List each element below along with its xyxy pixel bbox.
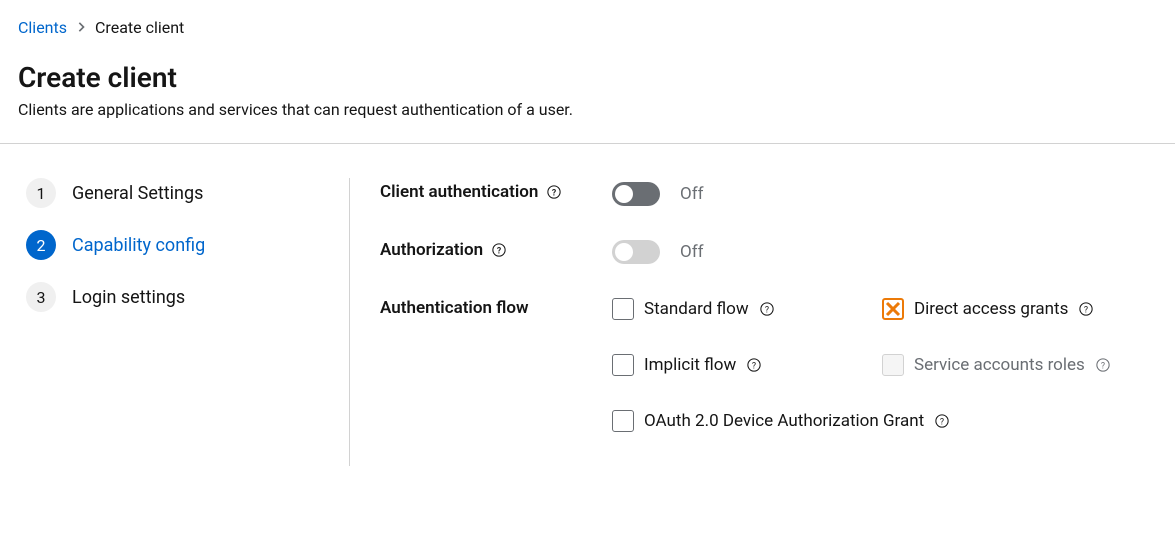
checkbox-direct-access-grants[interactable]: [882, 298, 904, 320]
step-label: General Settings: [72, 183, 203, 204]
page-title: Create client: [18, 61, 1175, 94]
checkbox-service-accounts-roles: [882, 354, 904, 376]
step-label: Capability config: [72, 235, 205, 256]
flow-label: Service accounts roles: [914, 355, 1085, 375]
checkbox-implicit-flow[interactable]: [612, 354, 634, 376]
help-icon[interactable]: ?: [491, 242, 507, 258]
toggle-state-label: Off: [680, 242, 704, 262]
wizard-step-capability-config[interactable]: 2 Capability config: [26, 230, 329, 260]
help-icon[interactable]: ?: [759, 301, 775, 317]
help-icon[interactable]: ?: [746, 357, 762, 373]
breadcrumb-clients-link[interactable]: Clients: [18, 18, 67, 37]
toggle-authorization: [612, 240, 660, 264]
step-number: 2: [26, 230, 56, 260]
flow-service-accounts-roles: Service accounts roles ?: [882, 354, 1162, 376]
svg-text:?: ?: [752, 362, 756, 372]
breadcrumb: Clients Create client: [18, 18, 1175, 37]
flow-label: Standard flow: [644, 299, 749, 319]
help-icon[interactable]: ?: [1095, 357, 1111, 373]
step-number: 1: [26, 178, 56, 208]
toggle-state-label: Off: [680, 184, 704, 204]
label-client-authentication: Client authentication ?: [380, 182, 612, 202]
svg-text:?: ?: [497, 247, 501, 257]
form-area: Client authentication ? Off Authorizatio…: [350, 178, 1175, 466]
step-number: 3: [26, 282, 56, 312]
flow-label: Direct access grants: [914, 299, 1068, 319]
page-subtitle: Clients are applications and services th…: [18, 100, 1175, 119]
flow-label: Implicit flow: [644, 355, 736, 375]
row-client-authentication: Client authentication ? Off: [380, 182, 1175, 206]
breadcrumb-current: Create client: [95, 18, 184, 37]
flow-oauth-device-grant: OAuth 2.0 Device Authorization Grant ?: [612, 410, 1162, 432]
toggle-knob: [615, 243, 633, 261]
label-authentication-flow: Authentication flow: [380, 298, 612, 318]
row-authentication-flow: Authentication flow Standard flow ? Dire…: [380, 298, 1175, 432]
svg-text:?: ?: [552, 189, 556, 199]
checkbox-standard-flow[interactable]: [612, 298, 634, 320]
svg-text:?: ?: [765, 306, 769, 316]
toggle-knob: [615, 185, 633, 203]
toggle-client-authentication[interactable]: [612, 182, 660, 206]
wizard-step-general-settings[interactable]: 1 General Settings: [26, 178, 329, 208]
flow-standard: Standard flow ?: [612, 298, 882, 320]
svg-text:?: ?: [1084, 306, 1088, 316]
flow-implicit: Implicit flow ?: [612, 354, 882, 376]
help-icon[interactable]: ?: [1078, 301, 1094, 317]
svg-text:?: ?: [940, 418, 944, 428]
flow-label: OAuth 2.0 Device Authorization Grant: [644, 411, 924, 431]
help-icon[interactable]: ?: [546, 184, 562, 200]
label-authorization: Authorization ?: [380, 240, 612, 260]
wizard-nav: 1 General Settings 2 Capability config 3…: [0, 178, 350, 466]
chevron-right-icon: [77, 21, 85, 35]
step-label: Login settings: [72, 287, 185, 308]
row-authorization: Authorization ? Off: [380, 240, 1175, 264]
flow-direct-access-grants: Direct access grants ?: [882, 298, 1162, 320]
help-icon[interactable]: ?: [934, 413, 950, 429]
divider: [0, 143, 1175, 144]
wizard-step-login-settings[interactable]: 3 Login settings: [26, 282, 329, 312]
svg-text:?: ?: [1101, 362, 1105, 372]
checkbox-oauth-device-grant[interactable]: [612, 410, 634, 432]
